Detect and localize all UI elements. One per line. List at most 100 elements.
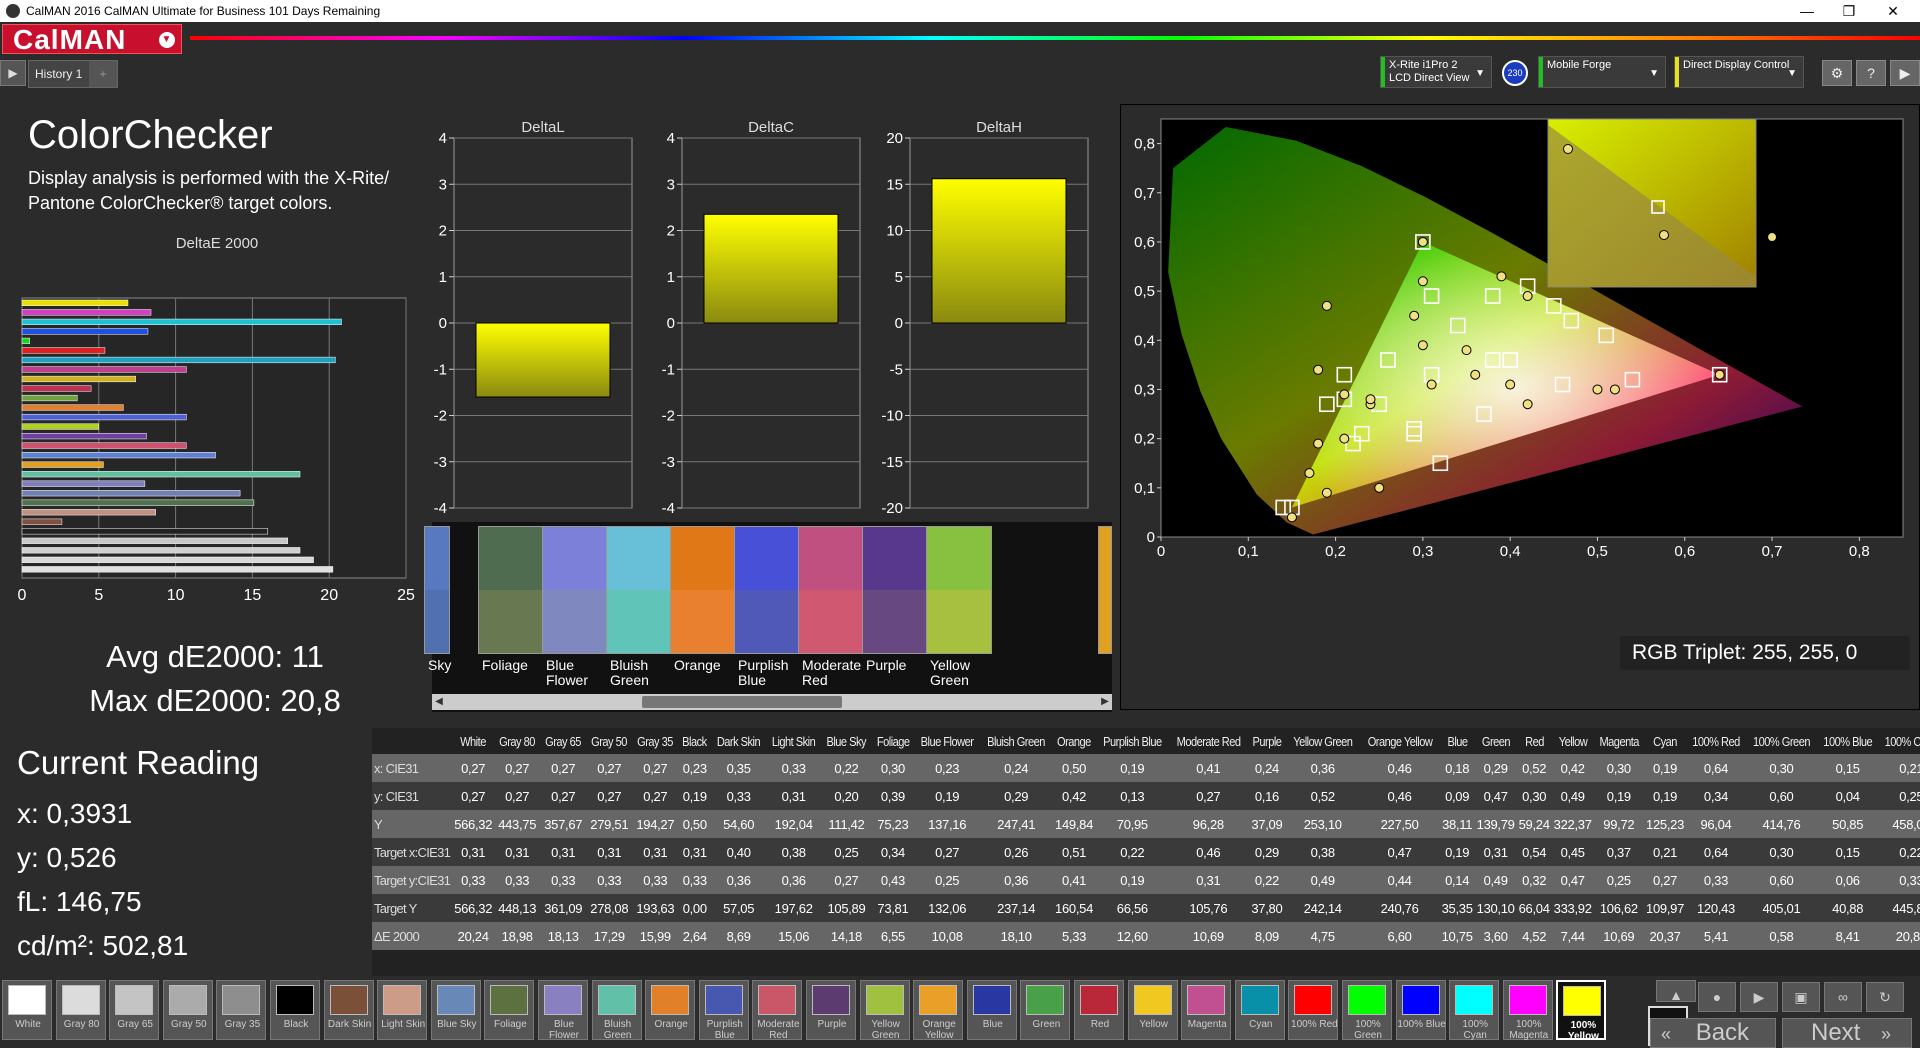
- help-button[interactable]: ?: [1856, 60, 1886, 86]
- table-cell: 105,76: [1168, 894, 1248, 922]
- swatch-pair: Purple: [862, 526, 928, 673]
- color-tile[interactable]: Gray 65: [109, 980, 160, 1040]
- play-icon[interactable]: ▶: [0, 60, 26, 86]
- color-tile[interactable]: 100% Cyan: [1449, 980, 1500, 1041]
- measured-point: [1470, 369, 1481, 380]
- table-cell: 0,24: [1247, 754, 1286, 782]
- column-header: Blue Sky: [826, 733, 867, 749]
- color-tile[interactable]: Gray 80: [55, 980, 106, 1040]
- color-tile[interactable]: Yellow Green: [859, 980, 910, 1041]
- color-tile[interactable]: Blue: [966, 980, 1017, 1040]
- color-tile[interactable]: Bluish Green: [591, 980, 642, 1041]
- x-tick-label: 0: [18, 587, 27, 604]
- column-header: 100% Red: [1692, 733, 1740, 749]
- loop-icon[interactable]: ∞: [1824, 982, 1862, 1012]
- color-tile[interactable]: Gray 35: [216, 980, 267, 1040]
- color-tile[interactable]: Purple: [806, 980, 856, 1040]
- minimize-button[interactable]: —: [1784, 0, 1830, 22]
- source-selector[interactable]: Mobile Forge ▼: [1538, 56, 1666, 88]
- color-tile[interactable]: 100% Red: [1288, 980, 1339, 1040]
- column-header: Yellow Green: [1293, 733, 1353, 749]
- tile-label: Gray 65: [117, 1019, 153, 1030]
- color-tile[interactable]: 100% Magenta: [1502, 980, 1553, 1041]
- table-cell: 237,14: [980, 894, 1053, 922]
- table-cell: 0,16: [1247, 782, 1286, 810]
- color-tile[interactable]: White: [2, 980, 52, 1040]
- table-cell: 0,22: [821, 754, 872, 782]
- color-tile[interactable]: Black: [270, 980, 320, 1040]
- table-cell: 106,62: [1593, 894, 1645, 922]
- settings-button[interactable]: ⚙: [1822, 60, 1852, 86]
- color-tile[interactable]: Dark Skin: [323, 980, 374, 1040]
- table-cell: 193,63: [632, 894, 679, 922]
- color-tile[interactable]: Blue Sky: [430, 980, 481, 1040]
- color-tile[interactable]: Magenta: [1181, 980, 1232, 1040]
- display-selector[interactable]: Direct Display Control ▼: [1674, 56, 1804, 88]
- y-tick-label: -2: [434, 408, 447, 425]
- tile-chip: [812, 985, 850, 1015]
- meter-selector[interactable]: X-Rite i1Pro 2 LCD Direct View ▼: [1380, 56, 1492, 88]
- table-cell: 0,46: [1359, 782, 1440, 810]
- table-cell: 10,69: [1168, 922, 1248, 950]
- measured-point: [1767, 232, 1778, 243]
- table-cell: 227,50: [1359, 810, 1440, 838]
- calman-logo-menu[interactable]: CalMAN ▼: [2, 24, 182, 55]
- tile-chip: [490, 985, 529, 1015]
- measured-swatch: [542, 590, 608, 654]
- add-tab-button[interactable]: +: [89, 61, 117, 87]
- color-tile[interactable]: Gray 50: [162, 980, 213, 1040]
- table-cell: 0,14: [1439, 866, 1475, 894]
- swatch-pair: Bluish Green: [606, 526, 672, 688]
- row-label: Target x:CIE31: [372, 838, 453, 866]
- up-icon[interactable]: ▲: [1656, 980, 1696, 1003]
- scroll-thumb[interactable]: [642, 696, 842, 708]
- x-tick-label: 25: [397, 587, 415, 604]
- play-icon[interactable]: ▶: [1740, 982, 1778, 1012]
- color-tile[interactable]: Moderate Red: [752, 980, 803, 1041]
- color-tile[interactable]: Light Skin: [377, 980, 428, 1040]
- tab-history-1[interactable]: History 1 +: [28, 60, 118, 88]
- expand-button[interactable]: ▶: [1890, 60, 1920, 86]
- color-tile[interactable]: Cyan: [1234, 980, 1285, 1040]
- meter-mode: LCD Direct View: [1389, 72, 1470, 84]
- meter-badge[interactable]: 230: [1502, 60, 1528, 86]
- color-tile[interactable]: Orange Yellow: [913, 980, 964, 1041]
- close-button[interactable]: ✕: [1870, 0, 1916, 22]
- save-icon[interactable]: ▣: [1782, 982, 1820, 1012]
- tile-chip: [276, 985, 314, 1015]
- color-tile[interactable]: Foliage: [484, 980, 535, 1040]
- color-tile[interactable]: 100% Yellow: [1556, 980, 1607, 1042]
- tile-label: White: [15, 1019, 41, 1030]
- color-tile[interactable]: Purplish Blue: [698, 980, 749, 1041]
- back-button[interactable]: « Back: [1650, 1018, 1776, 1048]
- color-tile[interactable]: Yellow: [1127, 980, 1178, 1040]
- next-button[interactable]: Next »: [1782, 1018, 1912, 1048]
- refresh-icon[interactable]: ↻: [1866, 982, 1904, 1012]
- column-header: Gray 65: [545, 733, 582, 749]
- table-cell: 0,27: [632, 754, 679, 782]
- tile-chip: [1508, 985, 1547, 1015]
- color-tile[interactable]: Blue Flower: [538, 980, 588, 1041]
- tile-label: Green: [1032, 1019, 1061, 1030]
- table-cell: 0,27: [1644, 866, 1686, 894]
- current-reading-title: Current Reading: [17, 744, 260, 781]
- x-tick-label: 15: [244, 587, 262, 604]
- color-tile[interactable]: Red: [1074, 980, 1124, 1040]
- table-cell: 445,89: [1878, 894, 1920, 922]
- color-tile[interactable]: Orange: [645, 980, 696, 1040]
- record-icon[interactable]: ●: [1698, 982, 1736, 1012]
- swatch-scrollbar[interactable]: ◀ ▶: [432, 694, 1112, 710]
- scroll-left-icon[interactable]: ◀: [432, 694, 446, 710]
- color-tile[interactable]: 100% Blue: [1395, 980, 1446, 1040]
- app-icon: [6, 4, 20, 18]
- measured-point: [1714, 369, 1725, 380]
- maximize-button[interactable]: ❐: [1826, 0, 1872, 22]
- color-tile[interactable]: 100% Green: [1342, 980, 1392, 1041]
- target-swatch: [670, 526, 736, 590]
- scroll-right-icon[interactable]: ▶: [1098, 694, 1112, 710]
- color-tile[interactable]: Green: [1020, 980, 1071, 1040]
- status-bar: [1539, 57, 1543, 87]
- column-header: Orange Yellow: [1367, 733, 1432, 749]
- tile-chip: [919, 985, 958, 1015]
- table-cell: 0,33: [766, 754, 822, 782]
